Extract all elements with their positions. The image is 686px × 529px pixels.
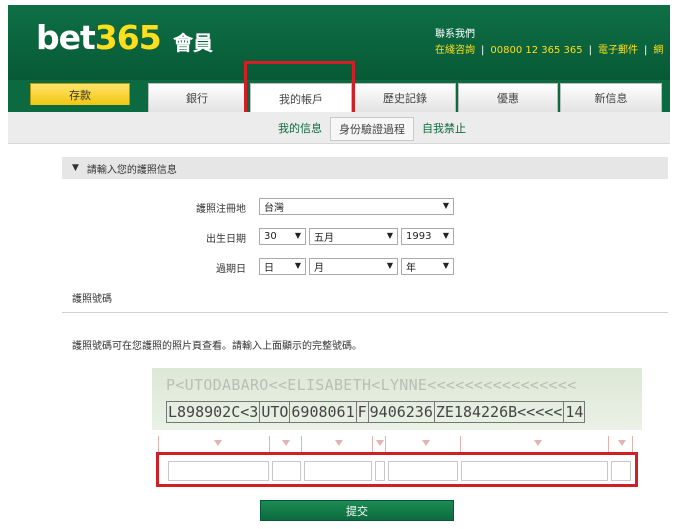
chevron-down-icon: ▼ [442,261,449,270]
expiry-day-select[interactable]: 日 ▼ [259,258,306,275]
expiry-day-value: 日 [264,263,274,274]
dob-day-select[interactable]: 30 ▼ [259,228,306,245]
submit-button[interactable]: 提交 [260,500,454,521]
chevron-down-icon: ▼ [294,231,301,240]
down-arrow-icon [214,440,222,446]
passport-instruction: 護照號碼可在您護照的照片頁查看。請輸入上面顯示的完整號碼。 [72,341,362,352]
mrz-line-1: P<UTODABARO<<ELISABETH<LYNNE<<<<<<<<<<<<… [166,376,577,394]
logo-number: 365 [94,18,162,57]
dob-month-select[interactable]: 五月 ▼ [309,228,398,245]
subnav-verification[interactable]: 身份驗證過程 [330,117,414,141]
mrz-segment: 14 [563,401,586,423]
mrz-segment: 9406236 [367,401,435,423]
mrz-segment: L898902C<3 [166,401,261,423]
sub-nav: 我的信息 身份驗證過程 自我禁止 [8,112,670,144]
section-title: 請輸入您的護照信息 [86,164,177,176]
chevron-down-icon: ▼ [386,261,393,270]
subnav-my-info[interactable]: 我的信息 [278,120,322,136]
dob-month-value: 五月 [314,233,334,244]
contact-line: 在綫咨詢 | 00800 12 365 365 | 電子郵件 | 網 [435,45,664,56]
country-select[interactable]: 台灣 ▼ [259,198,454,215]
country-label: 護照注冊地 [196,204,246,215]
contact-title: 聯系我們 [435,29,475,40]
mrz-line-2: L898902C<3 UTO 6908061 F 9406236 ZE18422… [166,401,586,425]
collapse-triangle-icon: ▼ [72,163,79,173]
expiry-year-select[interactable]: 年 ▼ [401,258,454,275]
down-arrow-icon [534,440,542,446]
logo-text: bet [36,18,96,57]
expiry-label: 過期日 [216,264,246,275]
divider [62,312,668,313]
chevron-down-icon: ▼ [442,231,449,240]
dob-day-value: 30 [264,231,277,242]
expiry-month-select[interactable]: 月 ▼ [309,258,398,275]
bet365-logo[interactable]: bet365 [36,18,162,57]
passport-mrz-image: P<UTODABARO<<ELISABETH<LYNNE<<<<<<<<<<<<… [152,368,642,430]
tab-bank[interactable]: 銀行 [148,83,246,112]
subnav-self-exclusion[interactable]: 自我禁止 [422,120,466,136]
passport-number-label: 護照號碼 [72,294,112,305]
passport-section-header[interactable]: ▼ 請輸入您的護照信息 [62,157,668,179]
more-contact-link[interactable]: 網 [653,45,663,56]
chevron-down-icon: ▼ [294,261,301,270]
dob-label: 出生日期 [206,234,246,245]
member-label: 會員 [173,31,213,55]
tab-news[interactable]: 新信息 [560,83,662,112]
tab-history[interactable]: 歷史記錄 [354,83,456,112]
chevron-down-icon: ▼ [442,201,449,210]
expiry-month-value: 月 [314,263,324,274]
chevron-down-icon: ▼ [386,231,393,240]
inputs-highlight [156,452,638,487]
country-value: 台灣 [264,203,284,214]
tab-offers[interactable]: 優惠 [458,83,558,112]
tab-deposit[interactable]: 存款 [30,83,130,105]
down-arrow-icon [618,440,626,446]
dob-year-value: 1993 [406,231,432,242]
email-link[interactable]: 電子郵件 [598,45,638,56]
down-arrow-icon [376,440,384,446]
down-arrow-icon [282,440,290,446]
mrz-segment: 6908061 [289,401,357,423]
mrz-segment: UTO [259,401,291,423]
expiry-year-value: 年 [406,263,416,274]
phone-number[interactable]: 00800 12 365 365 [490,45,582,56]
down-arrow-icon [335,440,343,446]
down-arrow-icon [422,440,430,446]
dob-year-select[interactable]: 1993 ▼ [401,228,454,245]
mrz-segment: ZE184226B<<<<< [433,401,565,423]
live-chat-link[interactable]: 在綫咨詢 [435,45,475,56]
